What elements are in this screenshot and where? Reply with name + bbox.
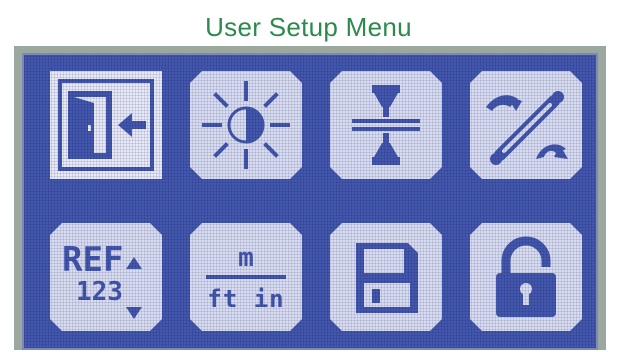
units-icon <box>190 223 302 331</box>
reference-label-bottom: 123 <box>76 277 123 307</box>
reference-label-top: REF <box>62 240 124 280</box>
units-label-top: m <box>238 243 254 273</box>
units-label-bottom: ft in <box>207 285 285 313</box>
menu-item-units[interactable]: m ft in <box>190 223 302 331</box>
menu-item-tools[interactable] <box>470 71 582 179</box>
menu-item-calibration[interactable] <box>330 71 442 179</box>
page-title: User Setup Menu <box>205 12 412 42</box>
exit-door-icon <box>68 91 146 159</box>
menu-item-save[interactable] <box>330 223 442 331</box>
unlocked-padlock-icon <box>470 223 582 331</box>
menu-item-brightness[interactable] <box>190 71 302 179</box>
wrench-icon <box>470 71 582 179</box>
brightness-icon <box>190 71 302 179</box>
menu-item-exit[interactable] <box>50 71 162 179</box>
menu-item-unlock[interactable] <box>470 223 582 331</box>
calibration-icon <box>330 71 442 179</box>
menu-item-reference[interactable]: REF 123 <box>50 223 162 331</box>
lcd-screen: REF 123 m ft in <box>22 53 598 350</box>
floppy-disk-icon <box>330 223 442 331</box>
